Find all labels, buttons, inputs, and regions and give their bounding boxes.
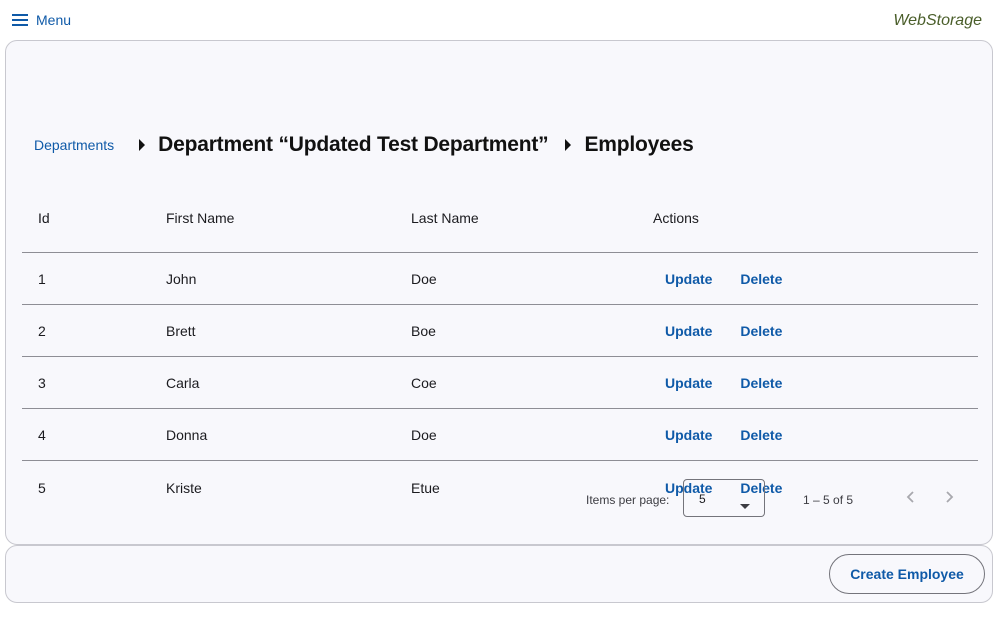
items-per-page-label: Items per page:: [586, 493, 670, 507]
delete-button[interactable]: Delete: [728, 369, 794, 397]
next-page-button[interactable]: [934, 483, 966, 515]
breadcrumb-current-title: Employees: [584, 133, 694, 156]
column-header-actions: Actions: [653, 183, 978, 253]
items-per-page-select[interactable]: 5: [683, 479, 765, 517]
cell-id: 2: [22, 304, 166, 357]
column-header-first-name[interactable]: First Name: [166, 183, 411, 253]
table-row: 4 Donna Doe Update Delete: [22, 408, 978, 461]
cell-id: 1: [22, 252, 166, 305]
delete-button[interactable]: Delete: [728, 421, 794, 449]
previous-page-button[interactable]: [894, 483, 926, 515]
page-range-label: 1 – 5 of 5: [803, 493, 854, 507]
column-header-last-name[interactable]: Last Name: [411, 183, 653, 253]
table-header-row: Id First Name Last Name Actions: [22, 183, 978, 253]
chevron-right-icon: [946, 490, 954, 508]
delete-button[interactable]: Delete: [728, 317, 794, 345]
delete-button[interactable]: Delete: [728, 265, 794, 293]
update-button[interactable]: Update: [653, 317, 724, 345]
chevron-left-icon: [906, 490, 914, 508]
cell-first-name: John: [166, 252, 411, 305]
paginator: Items per page: 5 1 – 5 of 5: [6, 479, 994, 523]
menu-label: Menu: [36, 12, 72, 28]
items-per-page-value: 5: [699, 492, 706, 506]
cell-actions: Update Delete: [653, 356, 978, 409]
cell-last-name: Doe: [411, 252, 653, 305]
dropdown-arrow-icon: [740, 496, 750, 514]
cell-id: 3: [22, 356, 166, 409]
cell-id: 4: [22, 408, 166, 461]
employees-table: Id First Name Last Name Actions 1 John D…: [22, 183, 978, 514]
update-button[interactable]: Update: [653, 421, 724, 449]
caret-right-icon: [558, 139, 578, 151]
hamburger-icon: [12, 14, 28, 26]
cell-last-name: Boe: [411, 304, 653, 357]
table-row: 3 Carla Coe Update Delete: [22, 356, 978, 409]
cell-first-name: Brett: [166, 304, 411, 357]
cell-first-name: Donna: [166, 408, 411, 461]
column-header-id[interactable]: Id: [22, 183, 166, 253]
table-row: 2 Brett Boe Update Delete: [22, 304, 978, 357]
cell-actions: Update Delete: [653, 304, 978, 357]
create-employee-button[interactable]: Create Employee: [829, 554, 985, 594]
update-button[interactable]: Update: [653, 369, 724, 397]
breadcrumb: Departments Department “Updated Test Dep…: [34, 119, 704, 171]
menu-button[interactable]: Menu: [12, 10, 71, 30]
breadcrumb-department-title: Department “Updated Test Department”: [158, 133, 549, 156]
cell-last-name: Doe: [411, 408, 653, 461]
table-row: 1 John Doe Update Delete: [22, 252, 978, 305]
cell-actions: Update Delete: [653, 408, 978, 461]
top-bar: Menu WebStorage: [0, 0, 1000, 40]
breadcrumb-departments-link[interactable]: Departments: [34, 137, 132, 153]
actions-card: Create Employee: [5, 545, 993, 603]
cell-last-name: Coe: [411, 356, 653, 409]
brand-logo: WebStorage: [893, 12, 982, 29]
caret-right-icon: [132, 139, 152, 151]
employees-card: Departments Department “Updated Test Dep…: [5, 40, 993, 545]
cell-actions: Update Delete: [653, 252, 978, 305]
update-button[interactable]: Update: [653, 265, 724, 293]
cell-first-name: Carla: [166, 356, 411, 409]
